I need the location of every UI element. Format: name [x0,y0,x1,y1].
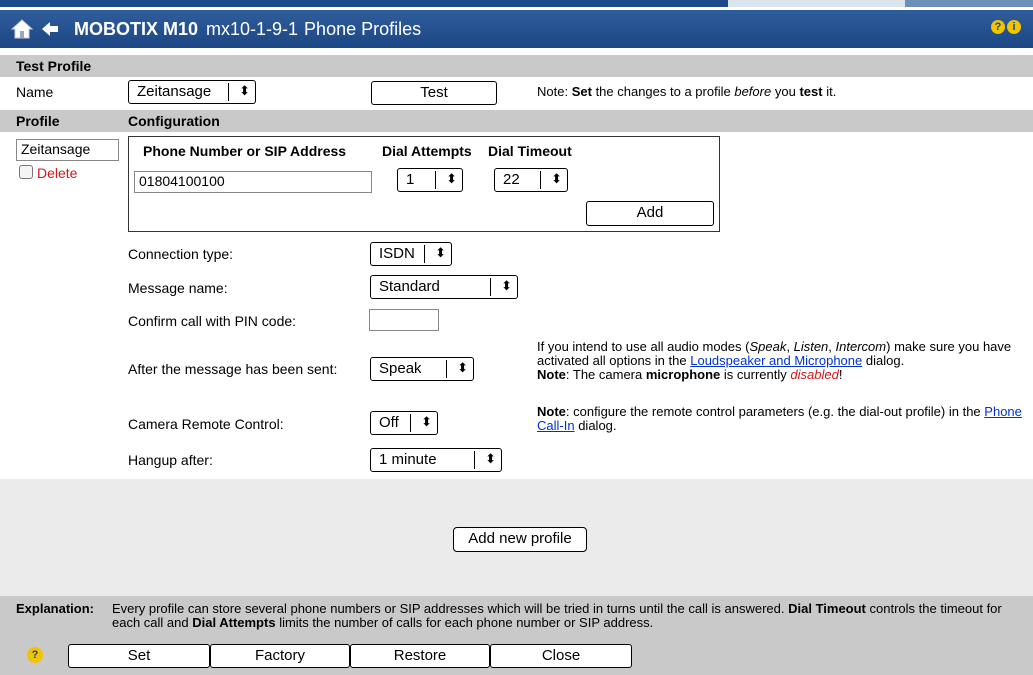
hangup-label: Hangup after: [128,452,213,468]
name-label: Name [16,84,54,100]
profile-column-title: Profile [16,113,60,129]
help-icon[interactable]: ? [991,20,1005,34]
phone-number-input[interactable]: 01804100100 [134,171,372,193]
select-arrows-icon: ⬍ [421,414,432,429]
info-icon[interactable]: i [1007,20,1021,34]
profile-name-field[interactable]: Zeitansage [16,139,119,161]
explanation-text: Explanation: Every profile can store sev… [16,601,1002,630]
select-arrows-icon: ⬍ [551,171,562,186]
top-decoration [0,0,1033,10]
profile-config-header: Profile Configuration [0,110,1033,132]
delete-label: Delete [37,165,78,181]
connection-type-label: Connection type: [128,246,234,262]
camera-name: mx10-1-9-1 [206,18,299,39]
audio-modes-note: If you intend to use all audio modes (Sp… [537,339,1012,382]
test-button[interactable]: Test [371,81,497,105]
dial-attempts-column-header: Dial Attempts [382,143,472,159]
close-button[interactable]: Close [490,644,632,668]
loudspeaker-microphone-link[interactable]: Loudspeaker and Microphone [690,353,862,368]
select-arrows-icon: ⬍ [457,360,468,375]
select-arrows-icon: ⬍ [485,451,496,466]
dial-timeout-column-header: Dial Timeout [488,143,572,159]
page-title: Phone Profiles [304,18,422,39]
home-icon[interactable] [10,18,34,40]
test-profile-header: Test Profile [0,55,1033,77]
hangup-select[interactable]: 1 minute ⬍ [370,448,502,472]
test-note: Note: Set the changes to a profile befor… [537,84,837,99]
remote-control-select[interactable]: Off ⬍ [370,411,438,435]
select-arrows-icon: ⬍ [501,278,512,293]
remote-control-label: Camera Remote Control: [128,416,284,432]
remote-control-note: Note: configure the remote control param… [537,404,1022,433]
select-arrows-icon: ⬍ [239,83,250,98]
pin-code-label: Confirm call with PIN code: [128,313,297,329]
set-button[interactable]: Set [68,644,210,668]
add-new-profile-button[interactable]: Add new profile [453,527,587,552]
message-name-select[interactable]: Standard ⬍ [370,275,518,299]
back-arrow-icon[interactable] [40,20,60,38]
phone-number-column-header: Phone Number or SIP Address [143,143,347,159]
configuration-column-title: Configuration [128,113,220,129]
explanation-footer: Explanation: Every profile can store sev… [0,596,1033,675]
brand-name: MOBOTIX M10 [74,18,199,39]
test-profile-select[interactable]: Zeitansage ⬍ [128,80,256,104]
after-sent-label: After the message has been sent: [128,361,338,377]
select-arrows-icon: ⬍ [435,245,446,260]
dial-attempts-select[interactable]: 1 ⬍ [397,168,463,192]
factory-button[interactable]: Factory [210,644,350,668]
add-number-button[interactable]: Add [586,201,714,226]
select-arrows-icon: ⬍ [446,171,457,186]
after-sent-select[interactable]: Speak ⬍ [370,357,474,381]
restore-button[interactable]: Restore [350,644,490,668]
help-circle-icon[interactable]: ? [27,647,43,663]
message-name-label: Message name: [128,280,228,296]
title-bar: MOBOTIX M10 mx10-1-9-1 Phone Profiles ? … [0,10,1033,48]
test-profile-title: Test Profile [16,58,92,74]
connection-type-select[interactable]: ISDN ⬍ [370,242,452,266]
dial-timeout-select[interactable]: 22 ⬍ [494,168,568,192]
pin-code-input[interactable] [369,309,439,331]
delete-checkbox[interactable] [19,165,33,179]
